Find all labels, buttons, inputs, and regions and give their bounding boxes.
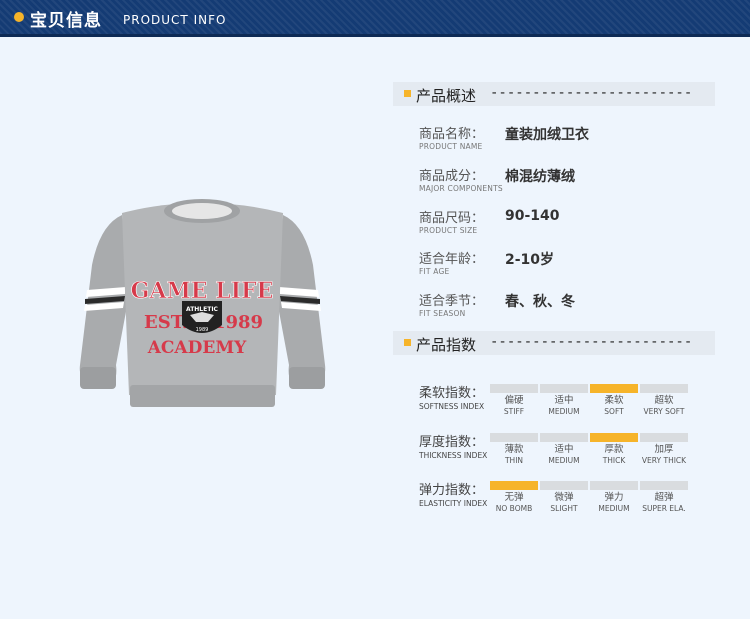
print-text-line1: GAME LIFE: [131, 278, 274, 304]
info-value: 童装加绒卫衣: [505, 127, 589, 143]
index-bar-segment: [590, 481, 638, 490]
print-text-line3: ACADEMY: [147, 338, 247, 358]
index-row-elasticity: 弹力指数： ELASTICITY INDEX 无弹 NO BOMB 微弹 SLIGHT…: [419, 479, 719, 524]
info-value: 90-140: [505, 208, 560, 224]
bullet-icon: [14, 12, 24, 22]
info-row-size: 商品尺码： PRODUCT SIZE 90-140: [419, 207, 729, 241]
square-bullet-icon: [404, 90, 411, 97]
info-label-en: PRODUCT SIZE: [419, 226, 478, 235]
info-label-cn: 适合季节：: [419, 294, 485, 309]
overview-section-header: 产品概述 ------------------------: [393, 82, 715, 106]
index-bar-segment: [640, 433, 688, 442]
info-label-cn: 商品名称：: [419, 127, 485, 142]
index-label-en: THICKNESS INDEX: [419, 451, 488, 460]
index-option-cn: 柔软: [604, 395, 624, 406]
info-label-cn: 商品成分：: [419, 169, 485, 184]
info-row-season: 适合季节： FIT SEASON 春、秋、冬: [419, 290, 729, 324]
index-bar-segment: [540, 384, 588, 393]
dashed-divider: ------------------------: [490, 85, 693, 101]
info-row-age: 适合年龄： FIT AGE 2-10岁: [419, 248, 729, 282]
index-option-cn: 厚款: [604, 444, 624, 455]
index-label-cn: 弹力指数：: [419, 483, 485, 498]
index-bar-segment: [490, 433, 538, 442]
info-row-name: 商品名称： PRODUCT NAME 童装加绒卫衣: [419, 123, 729, 157]
index-option-cn: 超弹: [654, 492, 674, 503]
badge-bottom-text: 1989: [196, 327, 209, 333]
info-label-en: FIT SEASON: [419, 309, 466, 318]
info-label-cn: 适合年龄：: [419, 252, 485, 267]
info-label-en: MAJOR COMPONENTS: [419, 184, 503, 193]
index-option-cn: 加厚: [654, 444, 674, 455]
dashed-divider: ------------------------: [490, 334, 693, 350]
overview-title: 产品概述: [416, 87, 477, 105]
index-option-cn: 超软: [654, 395, 674, 406]
index-option-cn: 微弹: [554, 492, 574, 503]
index-option-label: 加厚 VERY THICK: [634, 445, 694, 466]
index-option-label: 超弹 SUPER ELA.: [634, 493, 694, 514]
index-option-en: VERY THICK: [641, 456, 687, 465]
index-bar-segment: [590, 384, 638, 393]
index-option-en: VERY SOFT: [643, 407, 685, 416]
header-title-en: PRODUCT INFO: [123, 13, 227, 27]
index-option-cn: 薄款: [504, 444, 524, 455]
info-label-cn: 商品尺码：: [419, 211, 485, 226]
index-option-label: 超软 VERY SOFT: [634, 396, 694, 417]
index-option-cn: 适中: [554, 444, 574, 455]
info-label-en: FIT AGE: [419, 267, 450, 276]
square-bullet-icon: [404, 339, 411, 346]
index-label-en: SOFTNESS INDEX: [419, 402, 485, 411]
index-row-thickness: 厚度指数： THICKNESS INDEX 薄款 THIN 适中 MEDIUM 厚款 TH…: [419, 431, 719, 476]
index-bar-segment: [540, 433, 588, 442]
index-label-cn: 柔软指数：: [419, 386, 485, 401]
index-label-cn: 厚度指数：: [419, 435, 485, 450]
header-banner: 宝贝信息 PRODUCT INFO: [0, 0, 750, 37]
info-value: 棉混纺薄绒: [505, 169, 575, 185]
info-value: 2-10岁: [505, 252, 555, 268]
index-option-cn: 无弹: [504, 492, 524, 503]
index-bar-segment: [640, 481, 688, 490]
index-row-softness: 柔软指数： SOFTNESS INDEX 偏硬 STIFF 适中 MEDIUM 柔软 SO…: [419, 382, 719, 427]
index-bar-segment: [490, 384, 538, 393]
index-bar-segment: [590, 433, 638, 442]
index-option-en: SUPER ELA.: [642, 504, 686, 513]
index-option-cn: 偏硬: [504, 395, 524, 406]
badge-top-text: ATHLETIC: [186, 306, 219, 313]
index-bar-segment: [540, 481, 588, 490]
info-value: 春、秋、冬: [505, 294, 575, 310]
index-option-cn: 适中: [554, 395, 574, 406]
info-label-en: PRODUCT NAME: [419, 142, 483, 151]
indices-title: 产品指数: [416, 336, 477, 354]
header-title-cn: 宝贝信息: [30, 11, 102, 31]
print-text-est: EST.: [144, 312, 188, 333]
info-row-components: 商品成分： MAJOR COMPONENTS 棉混纺薄绒: [419, 165, 729, 199]
index-option-cn: 弹力: [604, 492, 624, 503]
product-image: GAME LIFE EST. 1989 ACADEMY ATHLETIC 198…: [79, 199, 326, 407]
index-bar-segment: [490, 481, 538, 490]
index-bar-segment: [640, 384, 688, 393]
athletic-badge-icon: ATHLETIC 1989: [182, 301, 222, 333]
indices-section-header: 产品指数 ------------------------: [393, 331, 715, 355]
index-label-en: ELASTICITY INDEX: [419, 499, 488, 508]
